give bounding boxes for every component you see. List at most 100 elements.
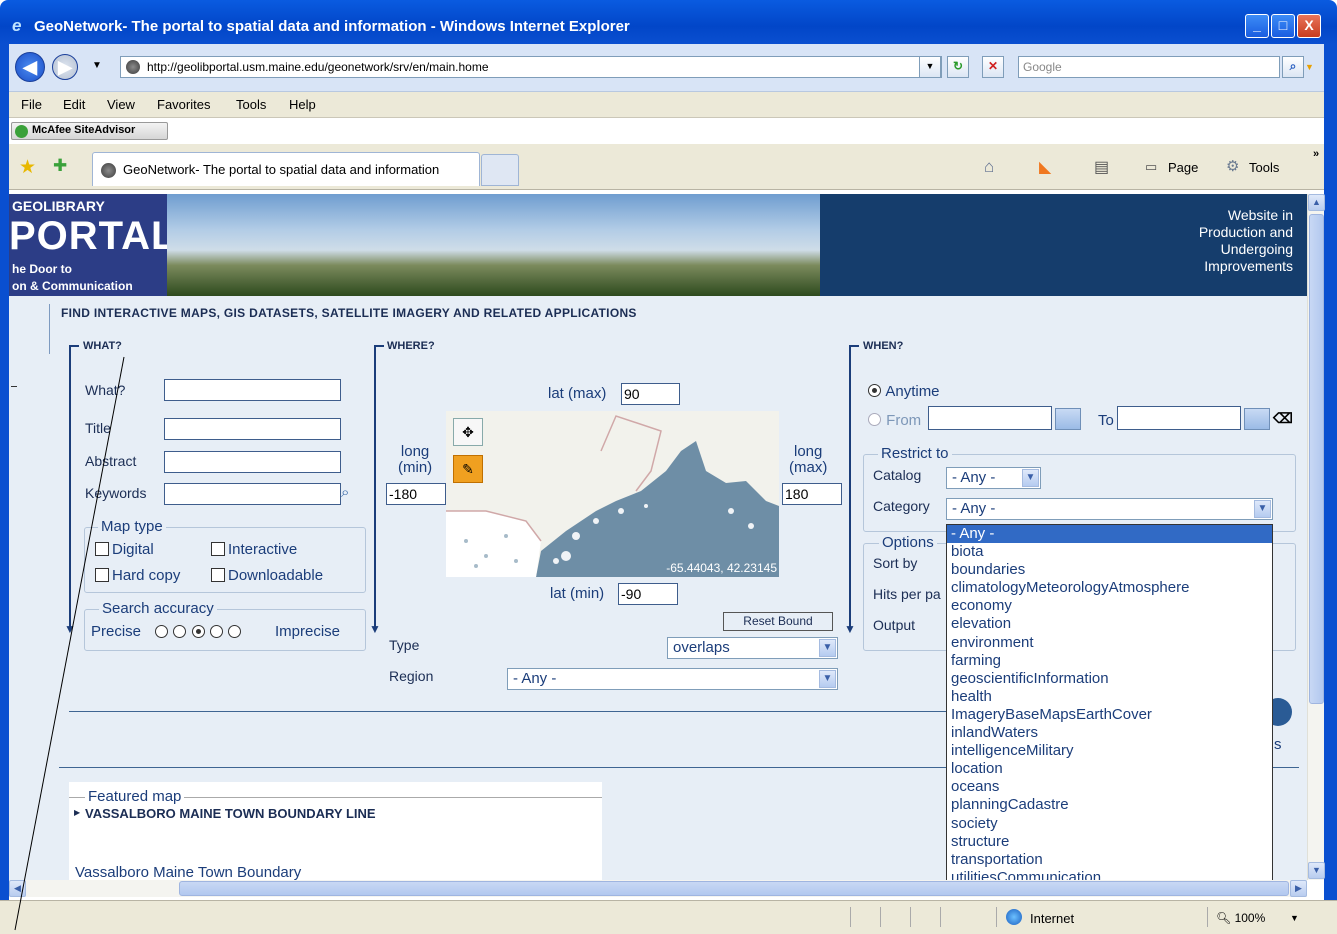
- featured-map-title-link[interactable]: VASSALBORO MAINE TOWN BOUNDARY LINE: [85, 806, 390, 822]
- type-select[interactable]: overlaps ▼: [667, 637, 838, 659]
- category-option[interactable]: structure: [947, 833, 1272, 851]
- address-field[interactable]: http://geolibportal.usm.maine.edu/geonet…: [120, 56, 942, 78]
- from-radio[interactable]: From: [867, 412, 921, 429]
- category-option[interactable]: biota: [947, 543, 1272, 561]
- print-icon[interactable]: ▤: [1094, 157, 1109, 177]
- category-option[interactable]: society: [947, 815, 1272, 833]
- anytime-radio[interactable]: Anytime: [867, 383, 940, 400]
- from-date-input[interactable]: [928, 406, 1052, 430]
- category-option[interactable]: intelligenceMilitary: [947, 742, 1272, 760]
- category-option[interactable]: elevation: [947, 615, 1272, 633]
- interactive-checkbox-box[interactable]: [211, 542, 225, 556]
- from-calendar-icon[interactable]: [1055, 408, 1081, 430]
- category-dropdown-list[interactable]: - Any - biota boundaries climatologyMeteoro…: [946, 524, 1273, 880]
- region-map[interactable]: ✥ ✎ -65.44043, 42.23145: [446, 411, 779, 577]
- forward-button[interactable]: ▶: [52, 54, 78, 80]
- interactive-checkbox[interactable]: Interactive: [211, 541, 297, 558]
- search-icon[interactable]: ⌕: [1282, 56, 1304, 78]
- refresh-icon[interactable]: ↻: [947, 56, 969, 78]
- category-option[interactable]: farming: [947, 652, 1272, 670]
- hardcopy-checkbox[interactable]: Hard copy: [95, 567, 180, 584]
- category-option[interactable]: geoscientificInformation: [947, 670, 1272, 688]
- to-calendar-icon[interactable]: [1244, 408, 1270, 430]
- zoom-level[interactable]: 🔍︎ 100%: [1216, 911, 1265, 925]
- draw-box-icon[interactable]: ✎: [453, 455, 483, 483]
- catalog-select[interactable]: - Any - ▼: [946, 467, 1041, 489]
- history-dropdown-icon[interactable]: ▼: [92, 60, 102, 71]
- back-button[interactable]: ◀: [15, 52, 45, 82]
- feeds-icon[interactable]: ◣: [1039, 157, 1051, 177]
- search-input[interactable]: Google: [1018, 56, 1280, 78]
- tools-menu[interactable]: Tools: [1249, 160, 1279, 175]
- category-option[interactable]: oceans: [947, 778, 1272, 796]
- long-max-input[interactable]: [782, 483, 842, 505]
- zoom-dropdown-icon[interactable]: ▼: [1290, 913, 1299, 923]
- horizontal-scrollbar[interactable]: ◀ ▶: [9, 880, 1307, 897]
- accuracy-radio-3[interactable]: [191, 625, 205, 638]
- lat-min-input[interactable]: [618, 583, 678, 605]
- menu-favorites[interactable]: Favorites: [157, 97, 210, 112]
- stop-icon[interactable]: ✕: [982, 56, 1004, 78]
- from-radio-dot[interactable]: [868, 413, 881, 426]
- category-option[interactable]: ImageryBaseMapsEarthCover: [947, 706, 1272, 724]
- to-date-input[interactable]: [1117, 406, 1241, 430]
- accuracy-radio-1[interactable]: [155, 625, 168, 638]
- category-option[interactable]: health: [947, 688, 1272, 706]
- category-option[interactable]: location: [947, 760, 1272, 778]
- menu-help[interactable]: Help: [289, 97, 316, 112]
- vertical-scrollbar[interactable]: ▲ ▼: [1307, 194, 1325, 880]
- keyword-picker-icon[interactable]: ⌕: [341, 484, 349, 501]
- menu-file[interactable]: File: [21, 97, 42, 112]
- category-option[interactable]: economy: [947, 597, 1272, 615]
- maximize-button[interactable]: □: [1271, 14, 1295, 38]
- region-select[interactable]: - Any - ▼: [507, 668, 838, 690]
- accuracy-radio-4[interactable]: [210, 625, 224, 638]
- reset-bound-button[interactable]: Reset Bound: [723, 612, 833, 631]
- scroll-up-icon[interactable]: ▲: [1308, 194, 1325, 211]
- address-dropdown-button[interactable]: ▼: [919, 56, 941, 78]
- favorites-star-icon[interactable]: ★: [19, 156, 36, 179]
- hardcopy-checkbox-box[interactable]: [95, 568, 109, 582]
- tab-geonetwork[interactable]: GeoNetwork- The portal to spatial data a…: [92, 152, 480, 186]
- accuracy-radio-5[interactable]: [228, 625, 242, 638]
- minimize-button[interactable]: _: [1245, 14, 1269, 38]
- scroll-right-icon[interactable]: ▶: [1290, 880, 1307, 897]
- scroll-left-icon[interactable]: ◀: [9, 880, 26, 897]
- lat-max-input[interactable]: [621, 383, 680, 405]
- title-input[interactable]: [164, 418, 341, 440]
- category-option[interactable]: environment: [947, 634, 1272, 652]
- category-option[interactable]: climatologyMeteorologyAtmosphere: [947, 579, 1272, 597]
- add-favorite-icon[interactable]: ✚: [53, 156, 67, 176]
- digital-checkbox[interactable]: Digital: [95, 541, 154, 558]
- long-min-input[interactable]: [386, 483, 446, 505]
- options-link-fragment[interactable]: s: [1274, 736, 1282, 753]
- category-option[interactable]: inlandWaters: [947, 724, 1272, 742]
- new-tab-button[interactable]: [481, 154, 519, 186]
- scroll-down-icon[interactable]: ▼: [1308, 862, 1325, 879]
- vertical-scroll-thumb[interactable]: [1309, 214, 1324, 704]
- pan-icon[interactable]: ✥: [453, 418, 483, 446]
- digital-checkbox-box[interactable]: [95, 542, 109, 556]
- horizontal-scroll-thumb[interactable]: [179, 881, 1289, 896]
- chevron-right-icon[interactable]: »: [1313, 148, 1319, 160]
- abstract-input[interactable]: [164, 451, 341, 473]
- downloadable-checkbox[interactable]: Downloadable: [211, 567, 323, 584]
- accuracy-radio-2[interactable]: [173, 625, 187, 638]
- downloadable-checkbox-box[interactable]: [211, 568, 225, 582]
- anytime-radio-dot[interactable]: [868, 384, 881, 397]
- close-button[interactable]: X: [1297, 14, 1321, 38]
- category-option[interactable]: - Any -: [947, 525, 1272, 544]
- page-menu[interactable]: Page: [1168, 160, 1198, 175]
- menu-tools[interactable]: Tools: [236, 97, 266, 112]
- what-input[interactable]: [164, 379, 341, 401]
- menu-view[interactable]: View: [107, 97, 135, 112]
- category-option[interactable]: boundaries: [947, 561, 1272, 579]
- home-icon[interactable]: ⌂: [984, 157, 994, 177]
- mcafee-siteadvisor-button[interactable]: McAfee SiteAdvisor: [11, 122, 168, 140]
- menu-edit[interactable]: Edit: [63, 97, 85, 112]
- search-options-icon[interactable]: ▼: [1305, 62, 1314, 72]
- clear-dates-icon[interactable]: ⌫: [1273, 410, 1293, 427]
- category-select[interactable]: - Any - ▼: [946, 498, 1273, 520]
- category-option[interactable]: planningCadastre: [947, 796, 1272, 814]
- keywords-input[interactable]: [164, 483, 341, 505]
